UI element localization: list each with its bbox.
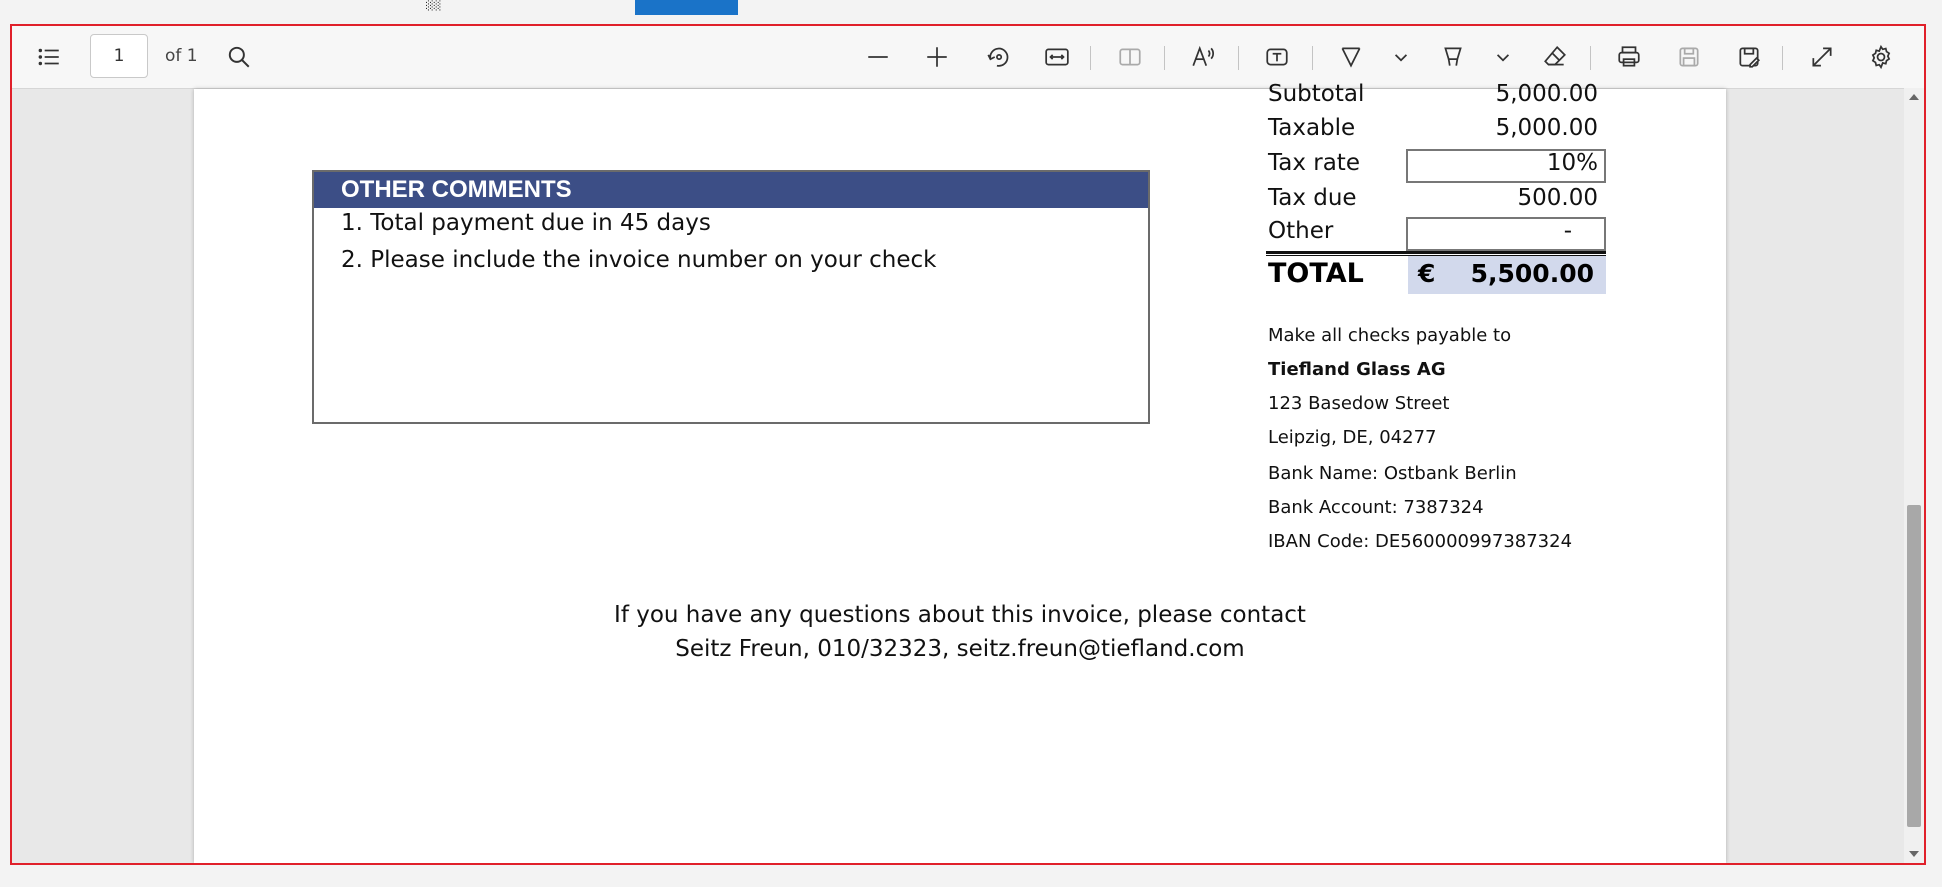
other-label: Other xyxy=(1268,218,1334,244)
taxable-label: Taxable xyxy=(1268,115,1356,141)
eraser-icon[interactable] xyxy=(1538,40,1572,74)
fit-width-icon[interactable] xyxy=(1040,40,1074,74)
search-icon[interactable] xyxy=(222,40,256,74)
save-icon[interactable] xyxy=(1672,40,1706,74)
scroll-thumb[interactable] xyxy=(1907,505,1921,827)
tax-rate-row: Tax rate 10% xyxy=(1268,149,1608,184)
subtotal-value: 5,000.00 xyxy=(1495,81,1598,107)
contact-line-1: If you have any questions about this inv… xyxy=(614,602,1306,628)
vertical-scrollbar[interactable] xyxy=(1904,88,1924,863)
tax-rate-label: Tax rate xyxy=(1268,150,1360,176)
zoom-out-icon[interactable] xyxy=(861,40,895,74)
iban-code: IBAN Code: DE560000997387324 xyxy=(1268,531,1573,552)
other-row: Other - xyxy=(1268,217,1608,252)
street-address: 123 Basedow Street xyxy=(1268,393,1450,414)
highlight-options-chevron-down-icon[interactable] xyxy=(1486,40,1520,74)
print-icon[interactable] xyxy=(1612,40,1646,74)
tax-due-value: 500.00 xyxy=(1517,185,1598,211)
highlight-icon[interactable] xyxy=(1436,40,1470,74)
text-box-icon[interactable] xyxy=(1260,40,1294,74)
total-row: TOTAL € 5,500.00 xyxy=(1268,256,1608,294)
rotate-icon[interactable] xyxy=(981,40,1015,74)
comment-line: 1. Total payment due in 45 days xyxy=(341,210,711,236)
subtotal-row: Subtotal 5,000.00 xyxy=(1268,81,1608,115)
bank-account: Bank Account: 7387324 xyxy=(1268,497,1484,518)
scroll-down-arrow-icon[interactable] xyxy=(1909,851,1919,857)
browser-top-strip: ░░ xyxy=(0,0,1942,24)
total-currency: € xyxy=(1418,259,1436,288)
bank-name: Bank Name: Ostbank Berlin xyxy=(1268,463,1517,484)
pdf-page: OTHER COMMENTS 1. Total payment due in 4… xyxy=(194,81,1726,863)
gear-icon[interactable] xyxy=(1864,40,1898,74)
taxable-value: 5,000.00 xyxy=(1495,115,1598,141)
active-tab-indicator[interactable] xyxy=(635,0,738,15)
company-name: Tiefland Glass AG xyxy=(1268,359,1446,380)
city-address: Leipzig, DE, 04277 xyxy=(1268,427,1437,448)
fullscreen-icon[interactable] xyxy=(1805,40,1839,74)
save-as-icon[interactable] xyxy=(1732,40,1766,74)
total-label: TOTAL xyxy=(1268,258,1364,289)
page-number-input[interactable]: 1 xyxy=(90,34,148,78)
draw-icon[interactable] xyxy=(1334,40,1368,74)
subtotal-label: Subtotal xyxy=(1268,81,1365,107)
taxable-row: Taxable 5,000.00 xyxy=(1268,115,1608,149)
total-value: 5,500.00 xyxy=(1470,259,1594,288)
tax-due-label: Tax due xyxy=(1268,185,1357,211)
contact-line-2: Seitz Freun, 010/32323, seitz.freun@tief… xyxy=(675,636,1245,662)
read-aloud-icon[interactable] xyxy=(1186,40,1220,74)
tax-rate-value: 10% xyxy=(1546,150,1598,176)
draw-options-chevron-down-icon[interactable] xyxy=(1384,40,1418,74)
other-comments-header: OTHER COMMENTS xyxy=(314,172,1148,208)
zoom-in-icon[interactable] xyxy=(920,40,954,74)
scroll-up-arrow-icon[interactable] xyxy=(1909,94,1919,100)
pdf-viewer: 1 of 1 OTHER COMMENTS 1. Total payment d… xyxy=(10,24,1926,865)
other-value: - xyxy=(1563,218,1572,244)
contents-list-icon[interactable] xyxy=(32,40,66,74)
other-field[interactable] xyxy=(1406,217,1606,251)
page-count: of 1 xyxy=(165,46,198,66)
partial-tab-icon: ░░ xyxy=(426,0,442,11)
page-view-icon[interactable] xyxy=(1113,40,1147,74)
payable-to-text: Make all checks payable to xyxy=(1268,325,1512,346)
pdf-toolbar: 1 of 1 xyxy=(12,26,1924,89)
other-comments-box: OTHER COMMENTS 1. Total payment due in 4… xyxy=(312,170,1150,424)
tax-due-row: Tax due 500.00 xyxy=(1268,185,1608,219)
comment-line: 2. Please include the invoice number on … xyxy=(341,247,937,273)
